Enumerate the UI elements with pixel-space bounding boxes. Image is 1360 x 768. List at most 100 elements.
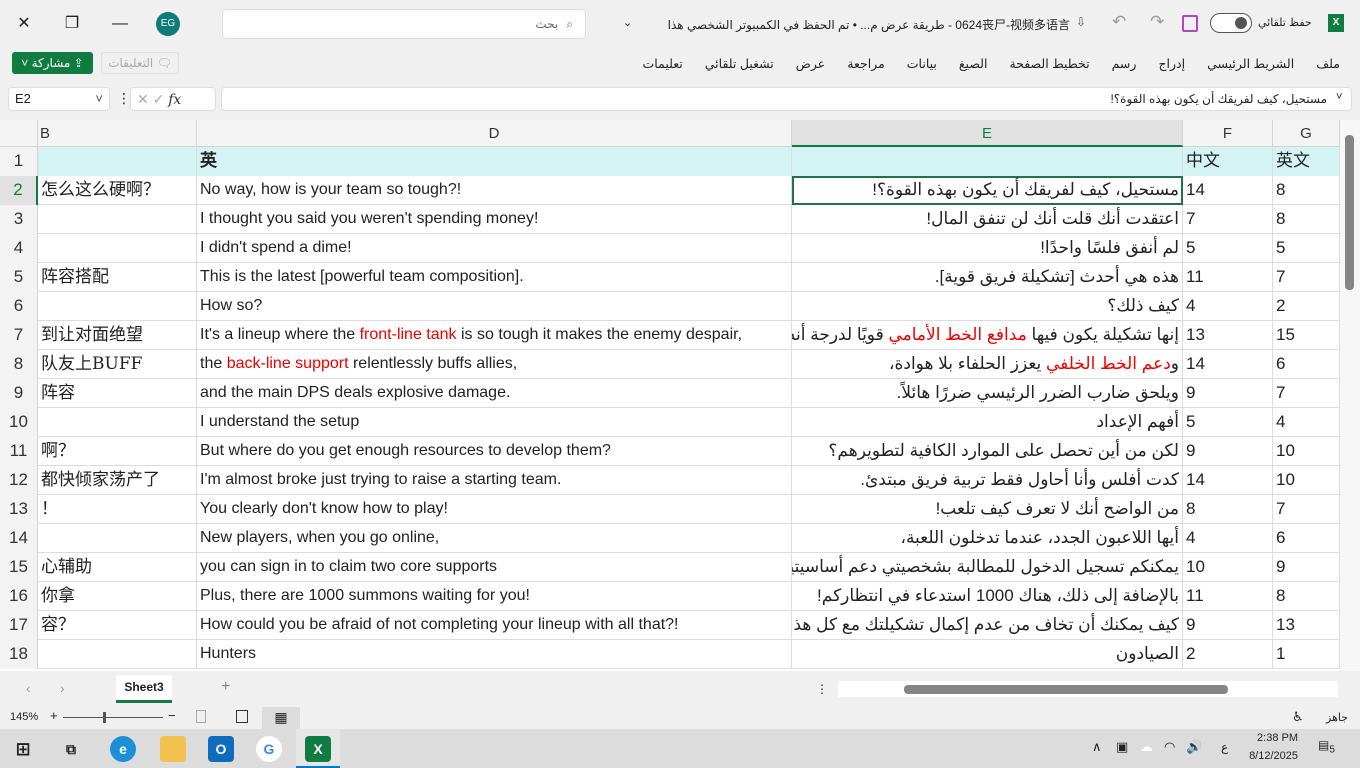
excel-taskbar-button[interactable]: X (296, 729, 340, 768)
cell-e17[interactable]: كيف يمكنك أن تخاف من عدم إكمال تشكيلتك م… (792, 611, 1183, 640)
notifications-icon[interactable]: ▤5 (1318, 738, 1335, 755)
cell-g18[interactable]: 1 (1273, 640, 1340, 669)
column-header-g[interactable]: G (1273, 120, 1340, 147)
row-header[interactable]: 4 (0, 234, 38, 263)
column-header-f[interactable]: F (1183, 120, 1273, 147)
cell-f15[interactable]: 10 (1183, 553, 1273, 582)
cell-g7[interactable]: 15 (1273, 321, 1340, 350)
cell-d10[interactable]: I understand the setup (197, 408, 792, 437)
cell-g3[interactable]: 8 (1273, 205, 1340, 234)
cell-d18[interactable]: Hunters (197, 640, 792, 669)
cell-g4[interactable]: 5 (1273, 234, 1340, 263)
ribbon-tab[interactable]: بيانات (907, 56, 937, 71)
cell-e1[interactable] (792, 147, 1183, 176)
ribbon-tab[interactable]: ملف (1316, 56, 1340, 71)
column-header-b[interactable]: B (38, 120, 197, 147)
cell-b6[interactable] (38, 292, 197, 321)
cell-f2[interactable]: 14 (1183, 176, 1273, 205)
select-all[interactable] (0, 120, 38, 147)
cloud-icon[interactable]: ☁ (1140, 739, 1153, 755)
page-break-view-icon[interactable] (196, 710, 206, 723)
row-header[interactable]: 12 (0, 466, 38, 495)
cell-b3[interactable] (38, 205, 197, 234)
row-header[interactable]: 16 (0, 582, 38, 611)
cancel-icon[interactable]: ✕ (137, 91, 149, 107)
autosave-toggle[interactable] (1210, 13, 1252, 33)
cell-e16[interactable]: بالإضافة إلى ذلك، هناك 1000 استدعاء في ا… (792, 582, 1183, 611)
column-header-d[interactable]: D (197, 120, 792, 147)
zoom-out-icon[interactable]: − (168, 708, 176, 723)
outlook-icon[interactable]: O (208, 736, 234, 762)
cell-d11[interactable]: But where do you get enough resources to… (197, 437, 792, 466)
expand-formula-icon[interactable]: ˅ (1336, 91, 1342, 103)
clock-time[interactable]: 2:38 PM (1248, 732, 1298, 744)
accessibility-icon[interactable]: ♿ (1292, 709, 1304, 725)
cell-d14[interactable]: New players, when you go online, (197, 524, 792, 553)
cell-g9[interactable]: 7 (1273, 379, 1340, 408)
camera-icon[interactable]: ▣ (1116, 739, 1128, 755)
horizontal-scroll-thumb[interactable] (904, 685, 1228, 694)
customize-toolbar-icon[interactable]: ⇩ (1076, 15, 1086, 29)
cell-f8[interactable]: 14 (1183, 350, 1273, 379)
cell-g10[interactable]: 4 (1273, 408, 1340, 437)
cell-f9[interactable]: 9 (1183, 379, 1273, 408)
cell-e11[interactable]: لكن من أين تحصل على الموارد الكافية لتطو… (792, 437, 1183, 466)
insert-function-button[interactable]: fx (168, 92, 181, 108)
cell-b14[interactable] (38, 524, 197, 553)
cell-f17[interactable]: 9 (1183, 611, 1273, 640)
cell-d9[interactable]: and the main DPS deals explosive damage. (197, 379, 792, 408)
cell-g16[interactable]: 8 (1273, 582, 1340, 611)
cell-b2[interactable]: 怎么这么硬啊？ (38, 176, 197, 205)
avatar[interactable]: EG (156, 12, 180, 36)
cell-e8[interactable]: ودعم الخط الخلفي يعزز الحلفاء بلا هوادة، (792, 350, 1183, 379)
clock-date[interactable]: 8/12/2025 (1248, 750, 1298, 762)
undo-icon[interactable]: ↶ (1112, 12, 1126, 32)
save-icon[interactable] (1182, 15, 1198, 32)
ribbon-tab[interactable]: مراجعة (847, 56, 885, 71)
ribbon-tab[interactable]: تخطيط الصفحة (1009, 56, 1089, 71)
row-header[interactable]: 11 (0, 437, 38, 466)
row-header[interactable]: 10 (0, 408, 38, 437)
windows-start-icon[interactable]: ⊞ (10, 736, 36, 762)
row-header[interactable]: 15 (0, 553, 38, 582)
file-explorer-icon[interactable] (160, 736, 186, 762)
chrome-icon[interactable]: G (256, 736, 282, 762)
cell-f1[interactable]: 中文 (1183, 147, 1273, 176)
ribbon-tab[interactable]: عرض (796, 56, 825, 71)
task-view-icon[interactable]: ⧉ (58, 736, 84, 762)
more-options-icon[interactable]: ⋮ (117, 90, 131, 107)
row-header[interactable]: 13 (0, 495, 38, 524)
cell-g15[interactable]: 9 (1273, 553, 1340, 582)
search-input[interactable]: ⌕ بحث (222, 9, 586, 39)
cell-f10[interactable]: 5 (1183, 408, 1273, 437)
chevron-down-icon[interactable]: ⌄ (623, 16, 632, 29)
zoom-level[interactable]: 145% (10, 711, 38, 723)
cell-d17[interactable]: How could you be afraid of not completin… (197, 611, 792, 640)
cell-g13[interactable]: 7 (1273, 495, 1340, 524)
cell-f12[interactable]: 14 (1183, 466, 1273, 495)
next-sheet-icon[interactable]: › (60, 680, 65, 696)
add-sheet-icon[interactable]: + (221, 678, 230, 696)
cell-b13[interactable]: ！ (38, 495, 197, 524)
close-icon[interactable]: ✕ (10, 10, 38, 38)
normal-view-icon[interactable]: ▦ (262, 707, 300, 729)
cell-d6[interactable]: How so? (197, 292, 792, 321)
cell-d2[interactable]: No way, how is your team so tough?! (197, 176, 792, 205)
cell-b1[interactable] (38, 147, 197, 176)
cell-e10[interactable]: أفهم الإعداد (792, 408, 1183, 437)
cell-e15[interactable]: يمكنكم تسجيل الدخول للمطالبة بشخصيتي دعم… (792, 553, 1183, 582)
ribbon-tab[interactable]: رسم (1112, 56, 1137, 71)
cell-e14[interactable]: أيها اللاعبون الجدد، عندما تدخلون اللعبة… (792, 524, 1183, 553)
zoom-slider[interactable] (63, 712, 163, 723)
cell-g2[interactable]: 8 (1273, 176, 1340, 205)
more-icon[interactable]: ⋮ (816, 682, 828, 696)
row-header[interactable]: 2 (0, 176, 38, 205)
cell-e18[interactable]: الصيادون (792, 640, 1183, 669)
cell-d15[interactable]: you can sign in to claim two core suppor… (197, 553, 792, 582)
row-header[interactable]: 7 (0, 321, 38, 350)
cell-g12[interactable]: 10 (1273, 466, 1340, 495)
cell-e13[interactable]: من الواضح أنك لا تعرف كيف تلعب! (792, 495, 1183, 524)
formula-input[interactable]: مستحيل، كيف لفريقك أن يكون بهذه القوة؟! (221, 87, 1352, 111)
ribbon-tab[interactable]: الصيغ (959, 56, 988, 71)
row-header[interactable]: 18 (0, 640, 38, 669)
